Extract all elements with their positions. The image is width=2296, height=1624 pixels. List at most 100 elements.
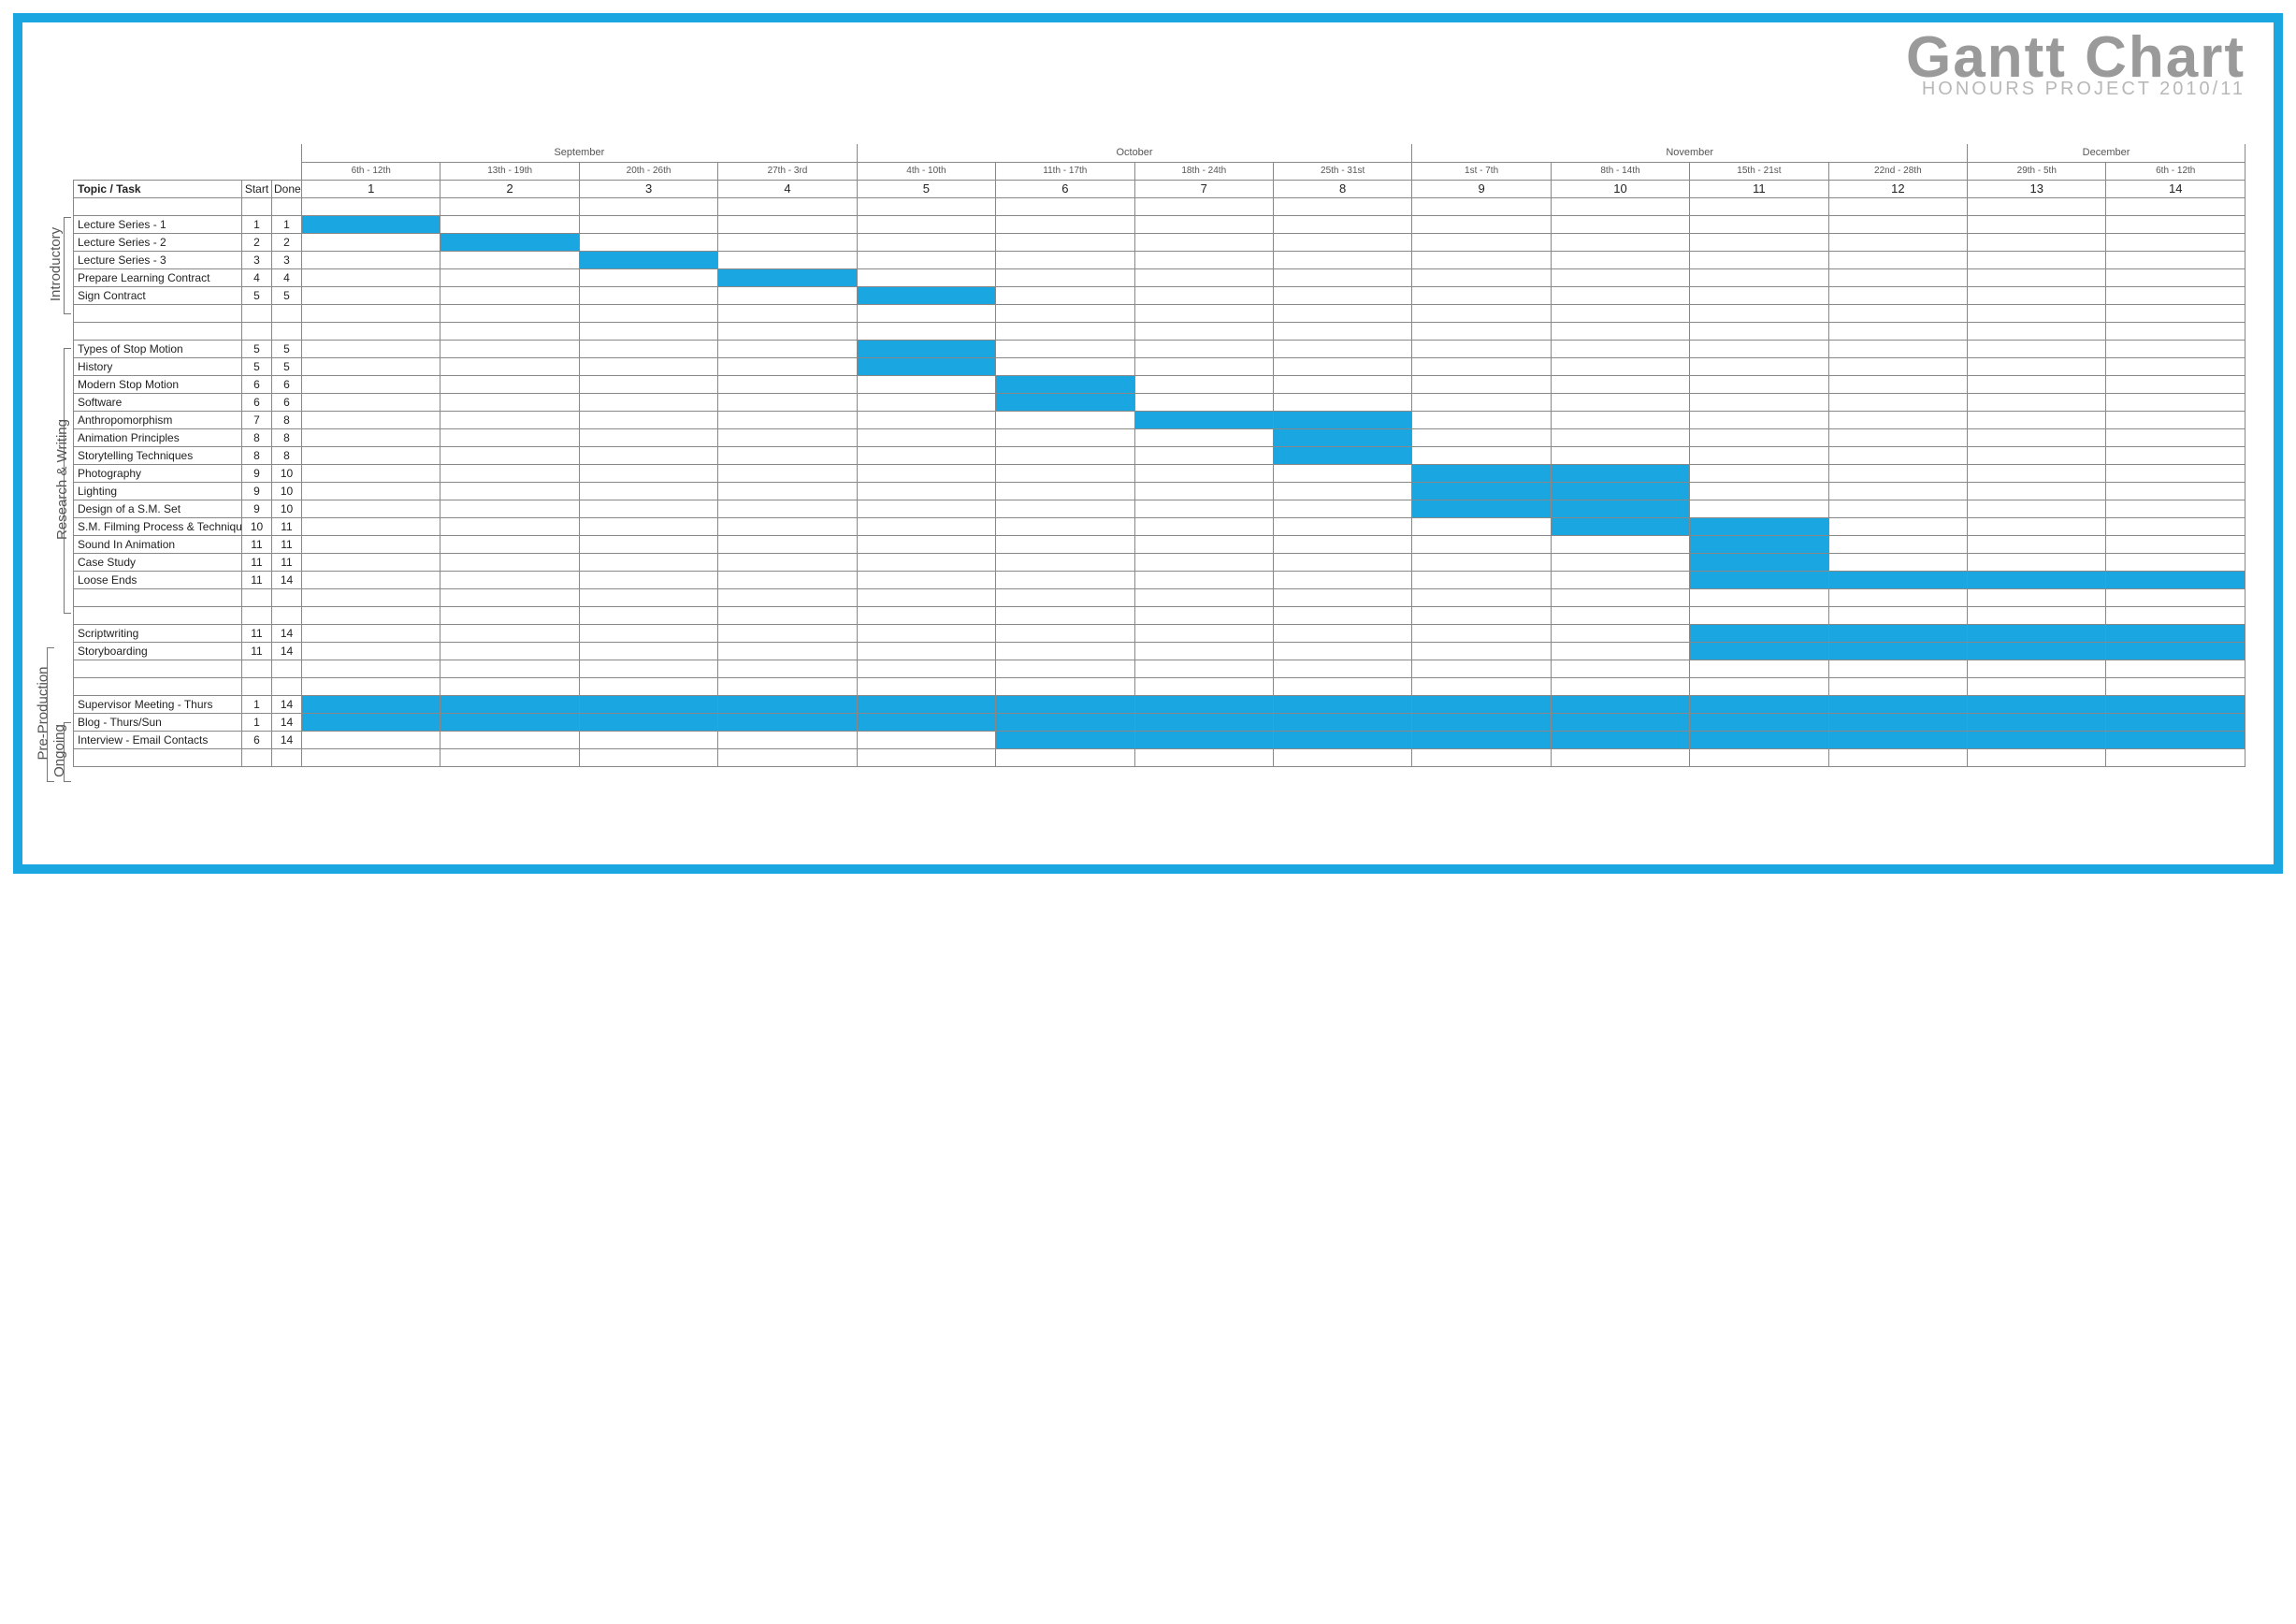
task-done: 3: [272, 251, 302, 268]
week-header: 6: [996, 180, 1134, 197]
gantt-cell: [1690, 713, 1828, 731]
gantt-cell: [302, 268, 440, 286]
week-header: 8: [1273, 180, 1411, 197]
gantt-cell: [996, 464, 1134, 482]
week-header: 13: [1968, 180, 2106, 197]
task-done: 5: [272, 286, 302, 304]
blank-cell: [74, 606, 242, 624]
gantt-cell: [440, 642, 579, 660]
date-range-header: 25th - 31st: [1273, 162, 1411, 180]
gantt-cell: [2106, 500, 2245, 517]
gantt-cell: [1828, 731, 1967, 748]
gantt-cell: [996, 428, 1134, 446]
gantt-cell: [1273, 713, 1411, 731]
gantt-cell: [1412, 500, 1551, 517]
gantt-cell: [2106, 731, 2245, 748]
gantt-cell: [1134, 642, 1273, 660]
gantt-cell: [579, 624, 717, 642]
gantt-cell: [302, 340, 440, 357]
gantt-cell: [1690, 517, 1828, 535]
gantt-cell: [1273, 286, 1411, 304]
gantt-cell: [440, 357, 579, 375]
gantt-cell: [996, 731, 1134, 748]
gantt-cell: [718, 553, 857, 571]
gantt-cell: [579, 482, 717, 500]
gantt-cell: [718, 251, 857, 268]
gantt-cell: [1551, 411, 1689, 428]
gantt-cell: [1968, 713, 2106, 731]
gantt-cell: [718, 535, 857, 553]
gantt-cell: [1551, 642, 1689, 660]
group-label: Research & Writing: [54, 419, 70, 540]
gantt-cell: [1134, 393, 1273, 411]
gantt-cell: [1690, 215, 1828, 233]
gantt-cell: [1551, 482, 1689, 500]
gantt-cell: [440, 713, 579, 731]
gantt-cell: [1273, 393, 1411, 411]
task-name: Anthropomorphism: [74, 411, 242, 428]
gantt-cell: [302, 375, 440, 393]
gantt-cell: [1828, 340, 1967, 357]
gantt-cell: [579, 695, 717, 713]
gantt-cell: [1273, 500, 1411, 517]
gantt-cell: [1412, 553, 1551, 571]
gantt-cell: [1273, 428, 1411, 446]
task-name: Lecture Series - 1: [74, 215, 242, 233]
gantt-cell: [1134, 411, 1273, 428]
gantt-cell: [857, 571, 995, 588]
task-name: Types of Stop Motion: [74, 340, 242, 357]
gantt-cell: [1968, 464, 2106, 482]
gantt-cell: [718, 286, 857, 304]
gantt-cell: [440, 500, 579, 517]
gantt-cell: [302, 215, 440, 233]
week-header: 9: [1412, 180, 1551, 197]
blank-cell: [74, 588, 242, 606]
gantt-cell: [1134, 624, 1273, 642]
task-start: 9: [242, 464, 272, 482]
gantt-cell: [1690, 411, 1828, 428]
gantt-cell: [1551, 731, 1689, 748]
gantt-cell: [996, 695, 1134, 713]
date-range-header: 4th - 10th: [857, 162, 995, 180]
gantt-cell: [302, 535, 440, 553]
gantt-cell: [579, 464, 717, 482]
gantt-cell: [440, 375, 579, 393]
gantt-cell: [579, 713, 717, 731]
gantt-cell: [1273, 571, 1411, 588]
gantt-cell: [996, 571, 1134, 588]
task-done: 14: [272, 642, 302, 660]
gantt-cell: [718, 268, 857, 286]
date-range-header: 15th - 21st: [1690, 162, 1828, 180]
gantt-cell: [857, 340, 995, 357]
gantt-cell: [302, 553, 440, 571]
gantt-cell: [996, 535, 1134, 553]
gantt-cell: [1968, 375, 2106, 393]
gantt-cell: [1273, 517, 1411, 535]
gantt-cell: [579, 233, 717, 251]
task-name: Storytelling Techniques: [74, 446, 242, 464]
gantt-cell: [1551, 553, 1689, 571]
gantt-cell: [718, 571, 857, 588]
gantt-cell: [857, 375, 995, 393]
gantt-cell: [857, 357, 995, 375]
gantt-cell: [1551, 517, 1689, 535]
page-frame: Gantt Chart HONOURS PROJECT 2010/11 Intr…: [13, 13, 2283, 874]
gantt-cell: [996, 642, 1134, 660]
date-range-header: 6th - 12th: [2106, 162, 2245, 180]
gantt-cell: [996, 411, 1134, 428]
gantt-cell: [1968, 411, 2106, 428]
gantt-cell: [1968, 446, 2106, 464]
gantt-cell: [1134, 500, 1273, 517]
gantt-cell: [1690, 500, 1828, 517]
gantt-cell: [1134, 713, 1273, 731]
week-header: 14: [2106, 180, 2245, 197]
gantt-cell: [1968, 357, 2106, 375]
topic-header: Topic / Task: [74, 180, 242, 197]
gantt-cell: [1412, 464, 1551, 482]
gantt-cell: [1134, 517, 1273, 535]
task-name: Case Study: [74, 553, 242, 571]
gantt-cell: [1551, 215, 1689, 233]
task-name: Supervisor Meeting - Thurs: [74, 695, 242, 713]
gantt-cell: [2106, 553, 2245, 571]
gantt-cell: [1968, 695, 2106, 713]
